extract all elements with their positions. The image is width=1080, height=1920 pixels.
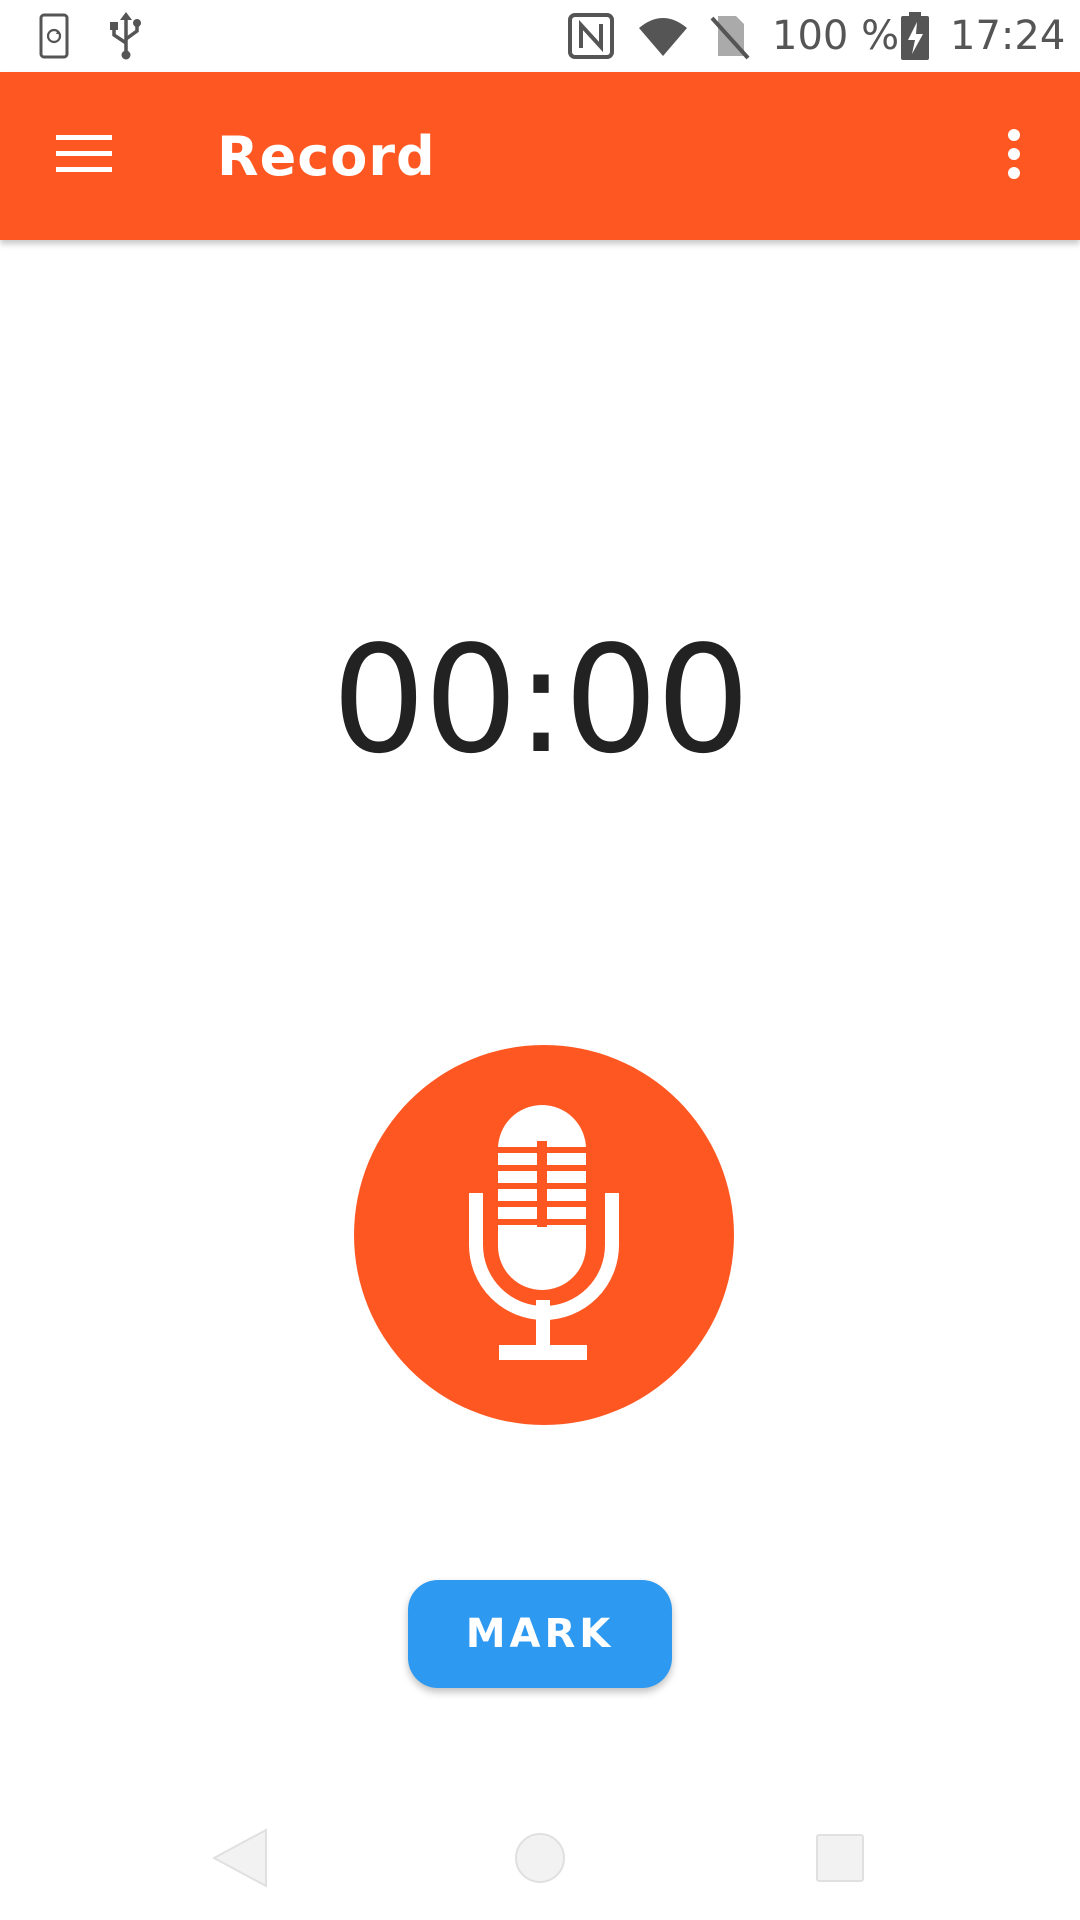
mark-button[interactable]: MARK — [408, 1580, 672, 1688]
back-icon — [210, 1826, 270, 1895]
navigation-bar — [0, 1800, 1080, 1920]
back-button[interactable] — [200, 1820, 280, 1900]
home-button[interactable] — [500, 1820, 580, 1900]
recents-icon — [814, 1832, 866, 1889]
more-vert-icon — [1006, 128, 1022, 184]
home-icon — [512, 1830, 568, 1891]
screen-rotate-icon — [36, 10, 72, 62]
more-options-button[interactable] — [964, 106, 1064, 206]
no-sim-icon — [706, 10, 752, 62]
status-time: 17:24 — [950, 13, 1066, 59]
recorder-screen: 100 % 17:24 Record 00:00 MARK — [0, 0, 1080, 1920]
recording-timer: 00:00 — [331, 614, 751, 786]
menu-button[interactable] — [34, 106, 134, 206]
battery-charging-icon — [898, 10, 932, 62]
status-bar: 100 % 17:24 — [0, 0, 1080, 72]
recents-button[interactable] — [800, 1820, 880, 1900]
battery-percent: 100 % — [772, 13, 900, 59]
nfc-icon — [566, 10, 616, 62]
record-button[interactable] — [354, 1045, 734, 1425]
wifi-icon — [636, 10, 690, 62]
app-bar: Record — [0, 72, 1080, 240]
page-title: Record — [217, 124, 436, 188]
microphone-icon — [469, 1104, 619, 1366]
hamburger-menu-icon — [56, 133, 112, 180]
usb-icon — [104, 10, 148, 62]
